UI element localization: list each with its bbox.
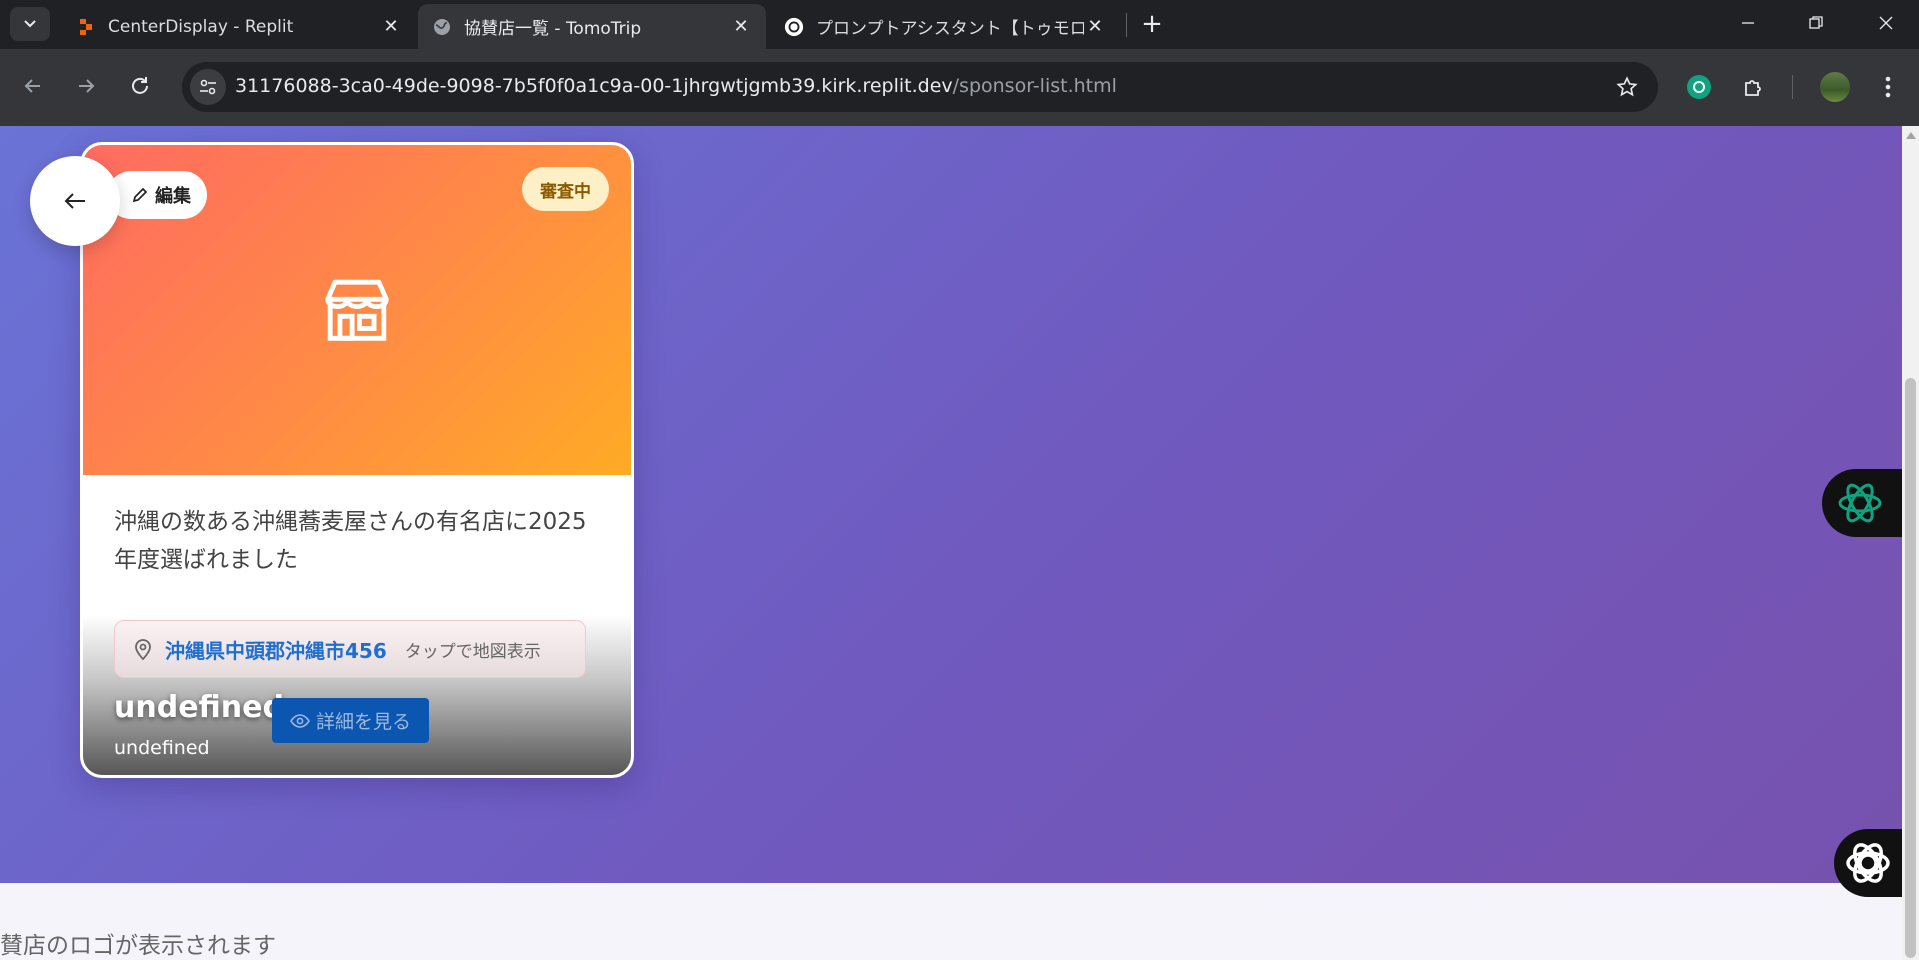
pencil-icon: [132, 187, 148, 203]
chevron-down-icon: [24, 20, 36, 28]
star-icon: [1616, 76, 1638, 97]
close-icon[interactable]: ✕: [380, 16, 402, 38]
edit-button[interactable]: 編集: [107, 171, 207, 219]
window-close-button[interactable]: [1858, 0, 1914, 45]
edit-label: 編集: [155, 186, 191, 207]
tab-centerdisplay[interactable]: CenterDisplay - Replit ✕: [62, 4, 416, 49]
url-host: 31176088-3ca0-49de-9098-7b5f0f0a1c9a-00-…: [235, 75, 953, 97]
close-icon[interactable]: ✕: [1084, 16, 1106, 38]
reload-button[interactable]: [122, 68, 158, 104]
openai-icon: [1846, 843, 1890, 883]
more-vert-icon: [1885, 76, 1891, 98]
openai-icon: [1687, 75, 1711, 99]
page-viewport: 編集 審査中 沖縄の数ある沖縄蕎麦屋さんの有名店に2025年度選ばれました 沖縄…: [0, 126, 1902, 960]
chatgpt-sidebar-button[interactable]: [1822, 469, 1902, 537]
tab-title: プロンプトアシスタント【トゥモローブル-: [816, 19, 1084, 39]
page-scrollbar[interactable]: [1902, 126, 1919, 960]
site-info-button[interactable]: [190, 69, 226, 105]
restore-button[interactable]: [1788, 0, 1844, 45]
store-icon: [325, 279, 389, 341]
map-location-button[interactable]: 沖縄県中頭郡沖縄市456 タップで地図表示: [114, 620, 586, 678]
back-button[interactable]: [15, 68, 51, 104]
forward-button[interactable]: [68, 68, 104, 104]
puzzle-icon: [1745, 80, 1761, 96]
replit-icon: [76, 17, 96, 37]
url-text: 31176088-3ca0-49de-9098-7b5f0f0a1c9a-00-…: [235, 75, 1117, 97]
map-pin-icon: [135, 639, 151, 661]
sponsor-card[interactable]: 編集 審査中 沖縄の数ある沖縄蕎麦屋さんの有名店に2025年度選ばれました 沖縄…: [80, 142, 634, 778]
address-bar[interactable]: 31176088-3ca0-49de-9098-7b5f0f0a1c9a-00-…: [182, 62, 1658, 112]
tune-icon: [200, 79, 216, 95]
browser-menu-button[interactable]: [1872, 71, 1904, 103]
reload-icon: [132, 77, 148, 94]
profile-avatar[interactable]: [1818, 70, 1852, 104]
globe-icon: [432, 17, 452, 37]
minimize-icon: [1742, 21, 1754, 24]
eye-icon: [290, 713, 310, 728]
sponsor-subtitle: undefined: [114, 737, 210, 759]
view-details-button[interactable]: 詳細を見る: [272, 698, 429, 743]
tab-bar: CenterDisplay - Replit ✕ 協賛店一覧 - TomoTri…: [0, 0, 1919, 49]
minimize-button[interactable]: [1720, 0, 1776, 45]
new-tab-button[interactable]: +: [1136, 8, 1168, 40]
scroll-thumb[interactable]: [1905, 378, 1916, 958]
scroll-up-arrow-icon[interactable]: [1906, 132, 1916, 139]
close-icon[interactable]: ✕: [730, 16, 752, 38]
tab-separator: [1126, 13, 1127, 37]
arrow-left-icon: [64, 193, 85, 209]
address-link[interactable]: 沖縄県中頭郡沖縄市456: [165, 635, 387, 664]
back-fab-button[interactable]: [30, 156, 120, 246]
assistant-float-button[interactable]: [1834, 829, 1902, 897]
toolbar-divider: [1792, 75, 1793, 99]
tab-tomotrip[interactable]: 協賛店一覧 - TomoTrip ✕: [418, 4, 766, 49]
openai-icon: [1838, 483, 1882, 523]
tab-title: 協賛店一覧 - TomoTrip: [464, 19, 642, 39]
arrow-left-icon: [24, 79, 40, 93]
tab-search-button[interactable]: [10, 7, 50, 41]
chatgpt-extension-button[interactable]: [1683, 71, 1715, 103]
map-hint: タップで地図表示: [404, 641, 541, 662]
bookmark-star-button[interactable]: [1614, 74, 1640, 100]
openai-icon: [784, 17, 804, 37]
restore-icon: [1809, 15, 1823, 29]
arrow-right-icon: [79, 79, 95, 93]
sponsor-name: undefined: [114, 690, 284, 725]
close-icon: [1879, 16, 1893, 29]
status-badge: 審査中: [522, 167, 609, 211]
logo-caption: 賛店のロゴが表示されます: [0, 933, 276, 959]
extensions-button[interactable]: [1738, 71, 1770, 103]
tab-prompt-assistant[interactable]: プロンプトアシスタント【トゥモローブル- ✕: [770, 4, 1120, 49]
url-path: /sponsor-list.html: [952, 75, 1117, 97]
browser-toolbar: 31176088-3ca0-49de-9098-7b5f0f0a1c9a-00-…: [0, 49, 1919, 126]
details-label: 詳細を見る: [315, 711, 411, 733]
card-description: 沖縄の数ある沖縄蕎麦屋さんの有名店に2025年度選ばれました: [114, 509, 587, 573]
tab-title: CenterDisplay - Replit: [108, 16, 294, 37]
